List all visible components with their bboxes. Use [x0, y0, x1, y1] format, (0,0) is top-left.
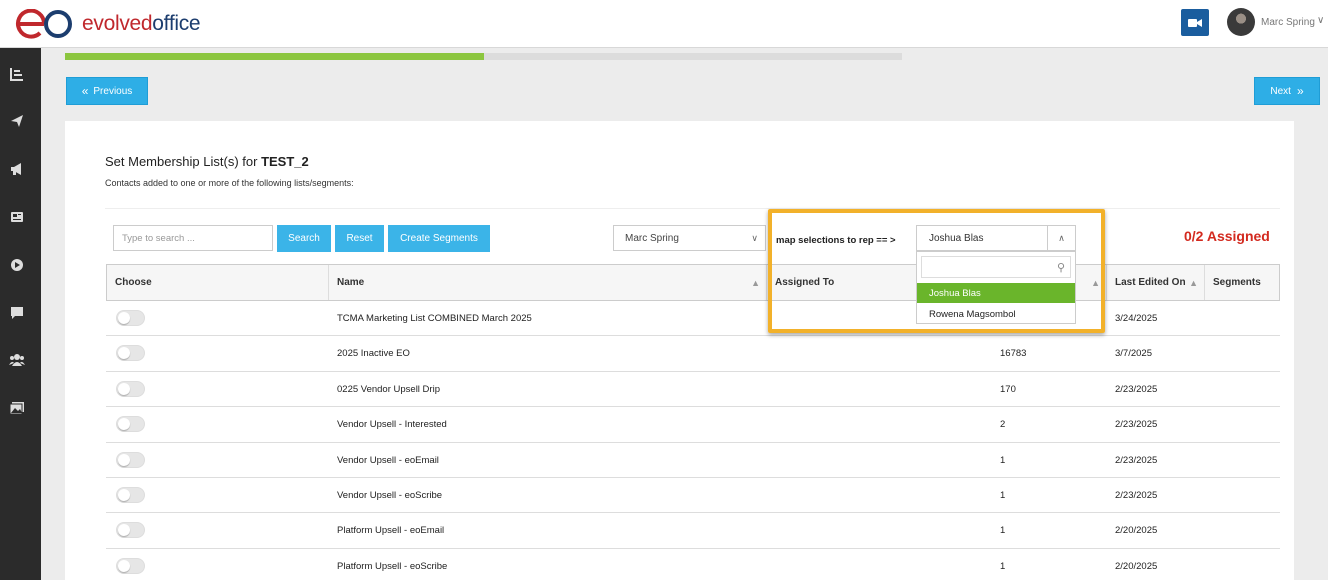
- list-count: 1: [1000, 560, 1006, 572]
- sidebar: [0, 48, 41, 580]
- sort-icon: ▲︎: [751, 277, 760, 288]
- owner-select-value: Marc Spring: [625, 232, 679, 244]
- create-segments-button[interactable]: Create Segments: [388, 225, 490, 252]
- page-title-prefix: Set Membership List(s) for: [105, 154, 258, 169]
- list-name: Platform Upsell - eoEmail: [337, 525, 445, 537]
- evolvedoffice-logo[interactable]: evolvedoffice: [14, 8, 201, 40]
- list-name: TCMA Marketing List COMBINED March 2025: [337, 313, 532, 324]
- contacts-icon[interactable]: [8, 351, 26, 369]
- choose-toggle[interactable]: [116, 451, 145, 468]
- last-edited-date: 2/20/2025: [1115, 525, 1158, 537]
- list-name: Platform Upsell - eoScribe: [337, 560, 448, 572]
- list-count: 1: [1000, 454, 1006, 466]
- choose-toggle[interactable]: [116, 557, 145, 574]
- logo-wordmark: evolvedoffice: [82, 12, 201, 36]
- highlight-frame: [768, 209, 1105, 333]
- chat-icon[interactable]: [8, 304, 26, 322]
- list-count: 1: [1000, 525, 1006, 537]
- page-title: Set Membership List(s) for TEST_2: [105, 154, 309, 169]
- list-count: 170: [1000, 383, 1016, 395]
- page-title-name: TEST_2: [261, 154, 309, 169]
- double-chevron-left-icon: «: [81, 84, 89, 98]
- last-edited-date: 2/23/2025: [1115, 419, 1158, 431]
- last-edited-date: 2/23/2025: [1115, 383, 1158, 395]
- gallery-icon[interactable]: [8, 399, 26, 417]
- last-edited-date: 2/23/2025: [1115, 489, 1158, 501]
- list-count: 16783: [1000, 348, 1027, 360]
- user-name[interactable]: Marc Spring: [1261, 17, 1315, 28]
- logo-text-office: office: [152, 12, 201, 35]
- list-count: 1: [1000, 489, 1006, 501]
- table-row: 0225 Vendor Upsell Drip 170 2/23/2025: [106, 372, 1280, 408]
- news-icon[interactable]: [8, 208, 26, 226]
- table-row: Platform Upsell - eoScribe 1 2/20/2025: [106, 549, 1280, 580]
- reset-button[interactable]: Reset: [335, 225, 384, 252]
- video-camera-icon: [1188, 18, 1202, 27]
- table-body: TCMA Marketing List COMBINED March 2025 3…: [106, 301, 1280, 580]
- column-header-label: Name: [337, 277, 365, 288]
- logo-text-evolved: evolved: [82, 12, 153, 35]
- table-row: Vendor Upsell - eoScribe 1 2/23/2025: [106, 478, 1280, 514]
- search-button[interactable]: Search: [277, 225, 331, 252]
- app-header: evolvedoffice Marc Spring ∨: [0, 0, 1328, 48]
- table-row: Vendor Upsell - eoEmail 1 2/23/2025: [106, 443, 1280, 478]
- campaigns-icon[interactable]: [8, 160, 26, 178]
- list-name: 2025 Inactive EO: [337, 348, 410, 360]
- video-button[interactable]: [1181, 9, 1209, 36]
- column-header-segments: Segments: [1205, 265, 1279, 300]
- list-name: Vendor Upsell - Interested: [337, 419, 447, 431]
- membership-panel: Set Membership List(s) for TEST_2 Contac…: [65, 121, 1294, 580]
- choose-toggle[interactable]: [116, 522, 145, 539]
- previous-button-label: Previous: [93, 85, 133, 97]
- owner-select[interactable]: Marc Spring ∨: [613, 225, 766, 251]
- column-header-choose: Choose: [107, 265, 329, 300]
- page-subtitle: Contacts added to one or more of the fol…: [105, 178, 354, 188]
- assigned-count: 0/2 Assigned: [1184, 228, 1270, 244]
- eo-logo-icon: [16, 9, 72, 39]
- choose-toggle[interactable]: [116, 416, 145, 433]
- video-icon[interactable]: [8, 256, 26, 274]
- list-count: 2: [1000, 419, 1006, 431]
- wizard-progress-bar: [65, 53, 902, 60]
- last-edited-date: 2/23/2025: [1115, 454, 1158, 466]
- last-edited-date: 3/24/2025: [1115, 313, 1158, 324]
- list-name: Vendor Upsell - eoEmail: [337, 454, 439, 466]
- next-button-label: Next: [1270, 85, 1291, 97]
- choose-toggle[interactable]: [116, 486, 145, 503]
- choose-toggle[interactable]: [116, 310, 145, 326]
- sort-icon: ▲: [1189, 277, 1198, 288]
- table-row: Platform Upsell - eoEmail 1 2/20/2025: [106, 513, 1280, 549]
- last-edited-date: 3/7/2025: [1115, 348, 1152, 360]
- reports-icon[interactable]: [8, 65, 26, 83]
- wizard-progress-fill: [65, 53, 484, 60]
- list-name: Vendor Upsell - eoScribe: [337, 489, 443, 501]
- choose-toggle[interactable]: [116, 380, 145, 397]
- column-header-label: Choose: [115, 277, 152, 288]
- column-header-name[interactable]: Name ▲︎: [329, 265, 767, 300]
- table-row: Vendor Upsell - Interested 2 2/23/2025: [106, 407, 1280, 443]
- previous-button[interactable]: « Previous: [66, 77, 148, 105]
- avatar[interactable]: [1227, 8, 1255, 36]
- chevron-down-icon[interactable]: ∨: [1317, 15, 1324, 26]
- list-name: 0225 Vendor Upsell Drip: [337, 383, 440, 395]
- table-row: 2025 Inactive EO 16783 3/7/2025: [106, 336, 1280, 372]
- send-icon[interactable]: [8, 112, 26, 130]
- choose-toggle[interactable]: [116, 345, 145, 362]
- search-input[interactable]: Type to search ...: [113, 225, 273, 251]
- column-header-label: Last Edited On: [1115, 277, 1186, 288]
- next-button[interactable]: Next »: [1254, 77, 1320, 105]
- last-edited-date: 2/20/2025: [1115, 560, 1158, 572]
- double-chevron-right-icon: »: [1296, 84, 1304, 98]
- column-header-last-edited[interactable]: Last Edited On ▲: [1107, 265, 1205, 300]
- chevron-down-icon: ∨: [751, 233, 758, 243]
- column-header-label: Segments: [1213, 277, 1261, 288]
